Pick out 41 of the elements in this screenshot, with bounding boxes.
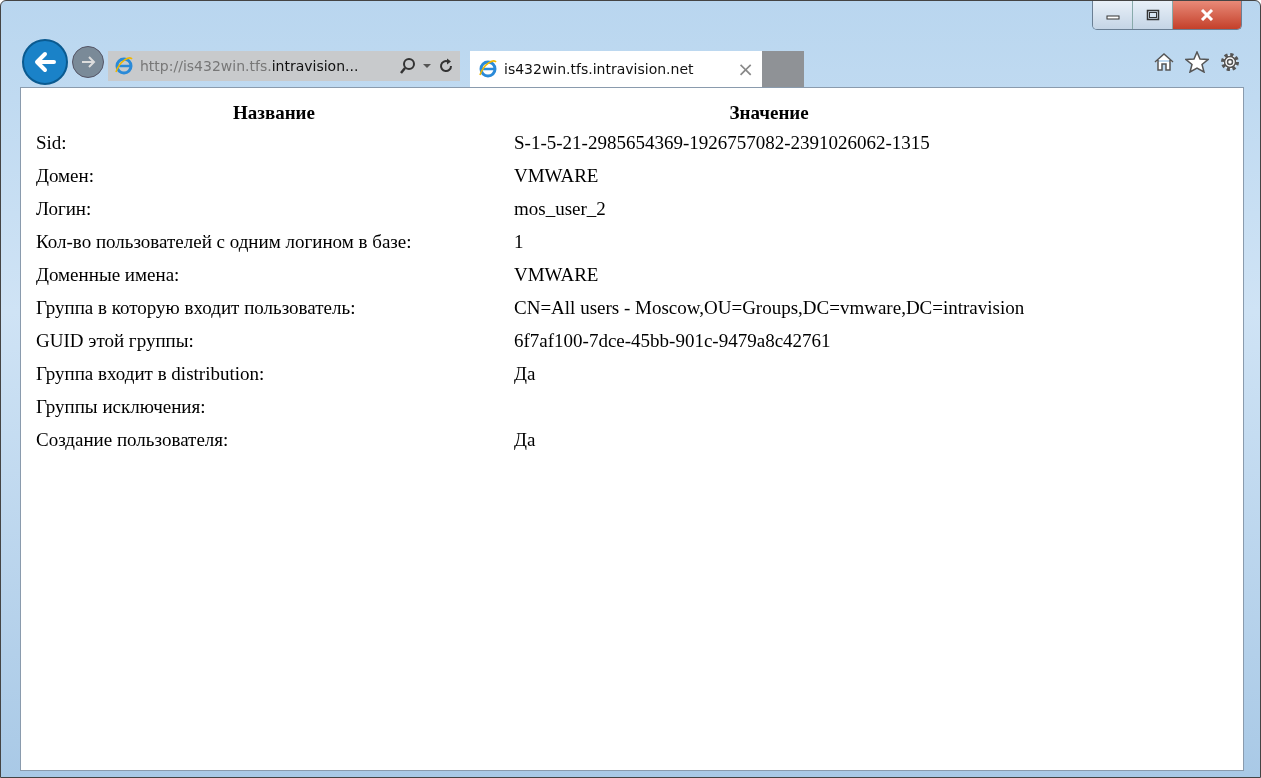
field-value: Да xyxy=(514,363,536,384)
field-value: mos_user_2 xyxy=(514,198,606,219)
field-name: Создание пользователя: xyxy=(36,429,229,450)
browser-logo-icon xyxy=(478,59,498,79)
field-name: Sid: xyxy=(36,132,67,153)
forward-arrow-icon xyxy=(80,54,96,70)
favorites-star-icon[interactable] xyxy=(1185,51,1209,73)
close-icon xyxy=(1199,9,1215,21)
field-value: VMWARE xyxy=(514,264,599,285)
home-icon[interactable] xyxy=(1153,51,1175,73)
close-button[interactable] xyxy=(1173,1,1241,29)
field-name: Группы исключения: xyxy=(36,396,206,417)
field-value: CN=All users - Moscow,OU=Groups,DC=vmware,DC=intravision xyxy=(514,297,1025,318)
maximize-button[interactable] xyxy=(1133,1,1173,29)
tab-title: is432win.tfs.intravision.net xyxy=(504,61,695,77)
field-name: Группа в которую входит пользователь: xyxy=(36,297,356,318)
browser-logo-icon xyxy=(114,56,134,76)
field-name: Логин: xyxy=(36,198,92,219)
column-header: Название xyxy=(232,101,316,125)
maximize-icon xyxy=(1145,9,1160,21)
column-header: Значение xyxy=(728,101,810,125)
field-name: Группа входит в distribution: xyxy=(36,363,265,384)
field-name: Домен: xyxy=(36,165,94,186)
field-value: Да xyxy=(514,429,536,450)
field-value: 6f7af100-7dce-45bb-901c-9479a8c42761 xyxy=(514,330,831,351)
tab-close-button[interactable]: × xyxy=(737,57,754,81)
field-value: 1 xyxy=(514,231,524,252)
back-button[interactable] xyxy=(22,39,68,85)
search-icon[interactable] xyxy=(400,57,416,75)
forward-button[interactable] xyxy=(72,46,104,78)
back-arrow-icon xyxy=(32,49,58,75)
browser-tab[interactable]: is432win.tfs.intravision.net × xyxy=(470,51,762,87)
field-name: Доменные имена: xyxy=(36,264,180,285)
field-name: GUID этой группы: xyxy=(36,330,194,351)
refresh-icon[interactable] xyxy=(438,58,454,74)
dropdown-caret-icon[interactable] xyxy=(422,62,432,70)
settings-icon[interactable] xyxy=(1219,51,1241,73)
field-value: S-1-5-21-2985654369-1926757082-2391026062-1315 xyxy=(514,132,930,153)
field-name: Кол-во пользователей с одним логином в базе: xyxy=(36,231,412,252)
address-field[interactable]: http://is432win.tfs.intravision... xyxy=(108,51,460,81)
field-value: VMWARE xyxy=(514,165,599,186)
